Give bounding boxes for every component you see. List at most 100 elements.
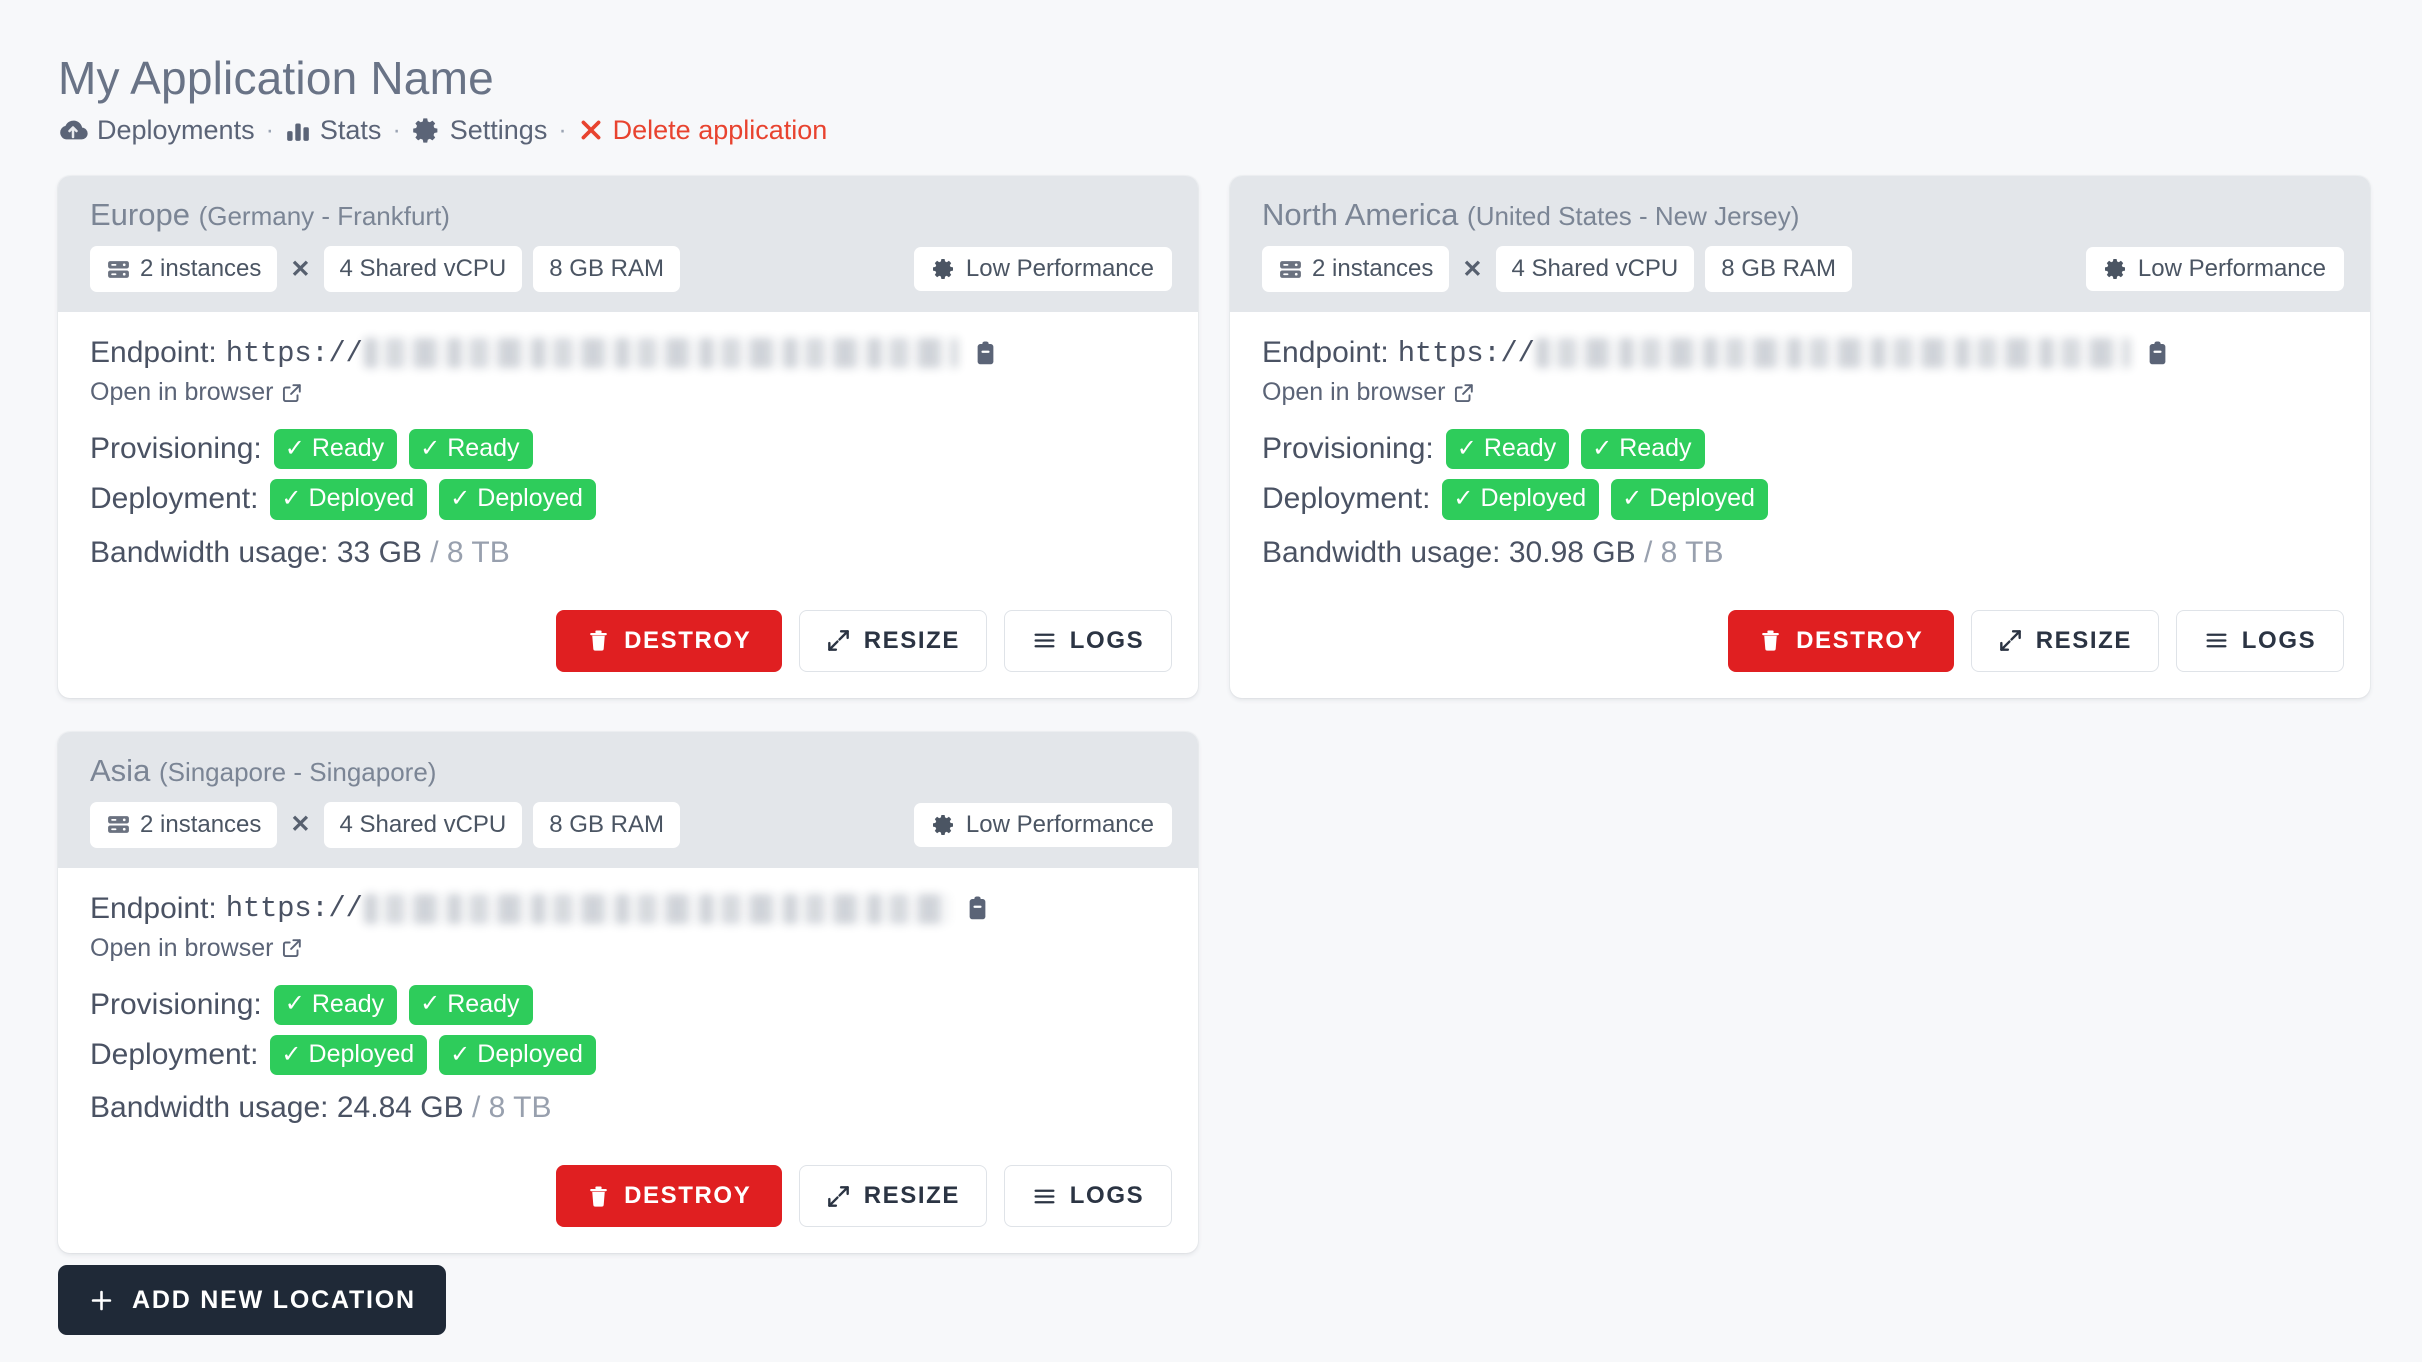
provisioning-label: Provisioning: (1262, 432, 1434, 466)
clipboard-icon (2144, 340, 2171, 367)
gear-icon (2104, 257, 2128, 281)
logs-label: LOGS (1069, 626, 1145, 654)
destroy-button[interactable]: DESTROY (1727, 609, 1954, 672)
deployment-label: Deployment: (1262, 482, 1431, 516)
endpoint-label: Endpoint: (1262, 336, 1389, 370)
nav-label-settings: Settings (449, 114, 548, 145)
chip-performance[interactable]: Low Performance (913, 802, 1172, 847)
status-badge-label: Deployed (477, 1040, 583, 1069)
deployment-row: Deployment: ✓ Deployed ✓ Deployed (90, 479, 1172, 520)
open-in-browser-link[interactable]: Open in browser (90, 378, 303, 407)
copy-endpoint-button[interactable] (2144, 340, 2171, 367)
bandwidth-usage: Bandwidth usage: 33 GB / 8 TB (90, 536, 1172, 570)
status-badge-label: Deployed (308, 484, 415, 513)
resize-button[interactable]: RESIZE (798, 1165, 987, 1228)
location-card: Asia (Singapore - Singapore) 2 instances… (58, 731, 1198, 1254)
logs-label: LOGS (1069, 1182, 1145, 1210)
resize-button[interactable]: RESIZE (1970, 609, 2159, 672)
open-in-browser-label: Open in browser (1262, 378, 1446, 407)
chip-instances: 2 instances (1262, 246, 1450, 293)
status-badge: ✓ Deployed (270, 1035, 428, 1076)
chip-instances-label: 2 instances (140, 255, 262, 283)
copy-endpoint-button[interactable] (964, 895, 991, 922)
endpoint-scheme: https:// (1397, 336, 1535, 370)
bandwidth-usage: Bandwidth usage: 30.98 GB / 8 TB (1262, 536, 2344, 570)
bandwidth-used: 33 GB (336, 535, 422, 569)
status-badge-label: Ready (311, 434, 385, 463)
deployment-label: Deployment: (90, 482, 259, 516)
location-card: Europe (Germany - Frankfurt) 2 instances… (58, 175, 1198, 698)
check-icon: ✓ (450, 1040, 471, 1068)
provisioning-label: Provisioning: (90, 432, 262, 466)
location-heading: North America (United States - New Jerse… (1262, 196, 2344, 233)
nav-link-delete-application[interactable]: Delete application (578, 115, 827, 146)
nav-link-deployments[interactable]: Deployments (58, 115, 255, 146)
check-icon: ✓ (284, 990, 305, 1018)
server-stack-icon (106, 812, 131, 837)
bandwidth-total: / 8 TB (1643, 535, 1724, 569)
server-stack-icon (1278, 257, 1303, 282)
application-nav: Deployments · Stats · Settings · Delete … (58, 115, 2422, 146)
check-icon: ✓ (281, 484, 302, 512)
spec-chips: 2 instances ✕ 4 Shared vCPU 8 GB RAM (1262, 246, 1852, 293)
resize-button[interactable]: RESIZE (798, 609, 987, 672)
bar-chart-icon (285, 117, 311, 143)
close-x-icon (578, 117, 604, 143)
location-card-header: Asia (Singapore - Singapore) 2 instances… (58, 731, 1198, 868)
location-region-name: North America (1262, 196, 1459, 232)
location-card-body: Endpoint: https:// Open in browser Provi… (1230, 312, 2370, 698)
check-icon: ✓ (1592, 434, 1613, 462)
status-badge-label: Deployed (1480, 484, 1587, 513)
nav-label-deployments: Deployments (97, 114, 255, 145)
destroy-label: DESTROY (1796, 626, 1924, 654)
provisioning-row: Provisioning: ✓ Ready ✓ Ready (1262, 429, 2344, 470)
check-icon: ✓ (450, 484, 471, 512)
endpoint-scheme: https:// (225, 892, 363, 926)
external-link-icon (1453, 382, 1475, 404)
open-in-browser-link[interactable]: Open in browser (1262, 378, 1475, 407)
spec-multiplier: ✕ (290, 255, 311, 283)
plus-icon (88, 1287, 115, 1314)
logs-button[interactable]: LOGS (2176, 609, 2344, 672)
expand-arrows-icon (1998, 628, 2023, 653)
status-badge-label: Ready (447, 989, 520, 1018)
nav-label-stats: Stats (319, 114, 382, 145)
chip-performance[interactable]: Low Performance (2085, 247, 2344, 292)
open-in-browser-link[interactable]: Open in browser (90, 934, 303, 963)
destroy-button[interactable]: DESTROY (555, 1165, 782, 1228)
spec-multiplier: ✕ (1462, 255, 1483, 283)
add-new-location-button[interactable]: ADD NEW LOCATION (58, 1265, 446, 1335)
status-badge-label: Deployed (477, 484, 583, 513)
chip-performance-label: Low Performance (2137, 255, 2326, 283)
deployment-row: Deployment: ✓ Deployed ✓ Deployed (1262, 479, 2344, 520)
bandwidth-used: 30.98 GB (1508, 535, 1636, 569)
copy-endpoint-button[interactable] (972, 340, 999, 367)
logs-button[interactable]: LOGS (1004, 609, 1172, 672)
spec-chips: 2 instances ✕ 4 Shared vCPU 8 GB RAM (90, 246, 680, 293)
nav-link-stats[interactable]: Stats (285, 114, 382, 146)
location-place: (United States - New Jersey) (1467, 200, 1800, 231)
application-deployments-page: My Application Name Deployments · Stats … (0, 0, 2422, 1362)
resize-label: RESIZE (863, 1182, 960, 1210)
clipboard-icon (964, 895, 991, 922)
add-new-location-label: ADD NEW LOCATION (132, 1285, 416, 1314)
status-badge: ✓ Deployed (270, 479, 428, 520)
status-badge-label: Ready (1619, 434, 1692, 463)
status-badge: ✓ Deployed (439, 479, 596, 520)
bandwidth-total: / 8 TB (471, 1091, 552, 1125)
status-badge-label: Deployed (308, 1040, 415, 1069)
destroy-button[interactable]: DESTROY (555, 609, 782, 672)
gear-icon (412, 116, 441, 145)
bandwidth-label: Bandwidth usage: (90, 535, 329, 569)
status-badge: ✓ Ready (409, 429, 533, 470)
cloud-upload-icon (58, 115, 88, 145)
logs-button[interactable]: LOGS (1004, 1165, 1172, 1228)
deployment-row: Deployment: ✓ Deployed ✓ Deployed (90, 1035, 1172, 1076)
nav-link-settings[interactable]: Settings (412, 114, 548, 146)
endpoint-row: Endpoint: https:// (90, 336, 1172, 370)
location-card: North America (United States - New Jerse… (1230, 175, 2370, 698)
external-link-icon (281, 382, 303, 404)
deployment-label: Deployment: (90, 1038, 259, 1072)
location-region-name: Asia (90, 752, 151, 788)
chip-performance[interactable]: Low Performance (913, 247, 1172, 292)
